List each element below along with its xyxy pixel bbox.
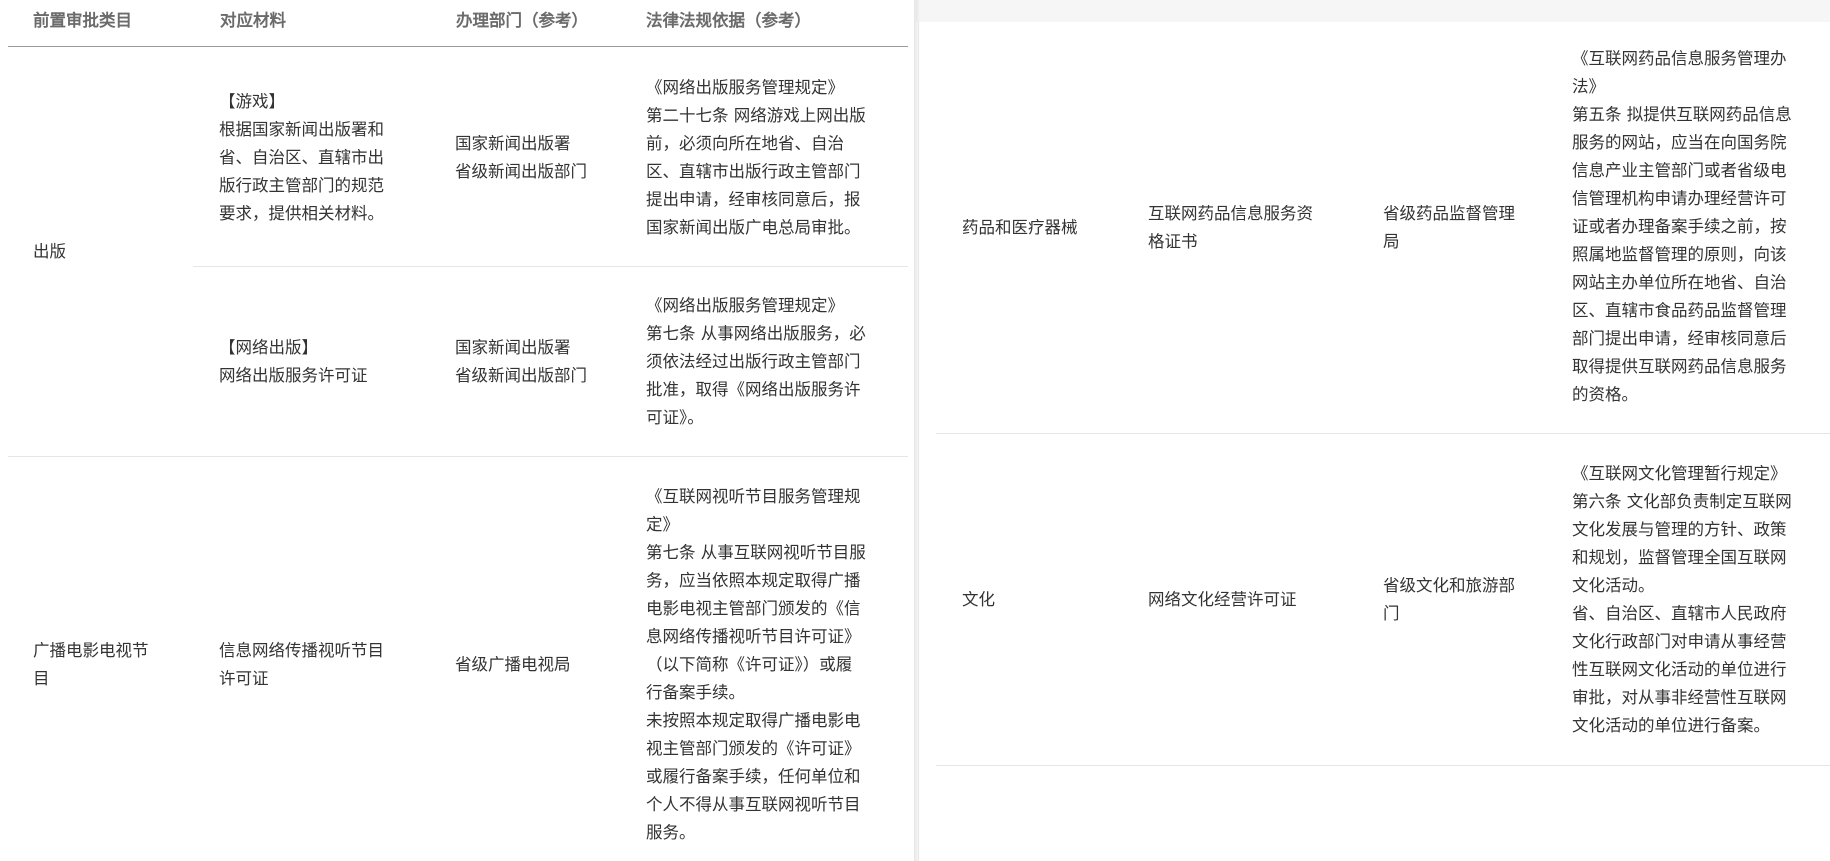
pane-divider-shadow [914, 0, 920, 861]
material-game: 【游戏】 根据国家新闻出版署和 省、自治区、直辖市出 版行政主管部门的规范 要求… [219, 92, 384, 223]
right-top-bar [916, 0, 1830, 22]
row-divider [8, 456, 908, 457]
department-culture: 省级文化和旅游部 门 [1383, 576, 1515, 623]
basis-culture: 《互联网文化管理暂行规定》 第六条 文化部负责制定互联网 文化发展与管理的方针、… [1572, 464, 1792, 735]
header-department: 办理部门（参考） [456, 11, 588, 30]
department-network-publishing: 国家新闻出版署 省级新闻出版部门 [455, 338, 587, 385]
left-pane: 前置审批类目 对应材料 办理部门（参考） 法律法规依据（参考） 出版 【游戏】 … [0, 0, 916, 861]
header-category: 前置审批类目 [33, 11, 132, 30]
material-culture: 网络文化经营许可证 [1148, 590, 1297, 609]
right-pane: 药品和医疗器械 互联网药品信息服务资 格证书 省级药品监督管理 局 《互联网药品… [916, 0, 1830, 861]
category-publishing: 出版 [33, 242, 66, 261]
header-legal-basis: 法律法规依据（参考） [646, 11, 811, 30]
header-divider [8, 46, 908, 47]
material-pharma: 互联网药品信息服务资 格证书 [1148, 204, 1313, 251]
category-culture: 文化 [962, 590, 995, 609]
category-pharma: 药品和医疗器械 [962, 218, 1078, 237]
subrow-divider [193, 266, 908, 267]
right-row-divider-2 [936, 765, 1830, 766]
material-broadcast: 信息网络传播视听节目 许可证 [219, 641, 384, 688]
department-game: 国家新闻出版署 省级新闻出版部门 [455, 134, 587, 181]
basis-broadcast: 《互联网视听节目服务管理规 定》 第七条 从事互联网视听节目服 务，应当依照本规… [646, 487, 866, 842]
material-network-publishing: 【网络出版】 网络出版服务许可证 [219, 338, 368, 385]
right-row-divider-1 [936, 433, 1830, 434]
department-pharma: 省级药品监督管理 局 [1383, 204, 1515, 251]
department-broadcast: 省级广播电视局 [455, 655, 571, 674]
basis-pharma: 《互联网药品信息服务管理办 法》 第五条 拟提供互联网药品信息 服务的网站，应当… [1572, 49, 1792, 404]
header-material: 对应材料 [220, 11, 286, 30]
category-broadcast: 广播电影电视节 目 [33, 641, 149, 688]
basis-game: 《网络出版服务管理规定》 第二十七条 网络游戏上网出版 前，必须向所在地省、自治… [646, 78, 866, 237]
basis-network-publishing: 《网络出版服务管理规定》 第七条 从事网络出版服务，必 须依法经过出版行政主管部… [646, 296, 866, 427]
